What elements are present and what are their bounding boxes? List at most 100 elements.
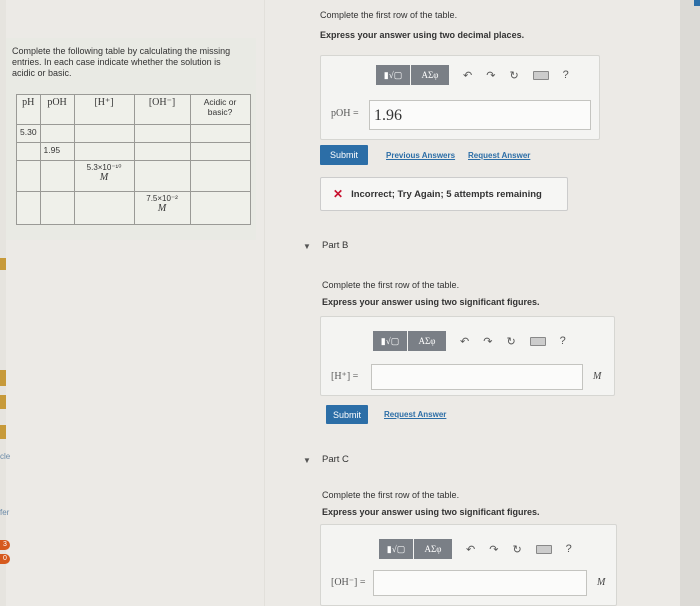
keyboard-icon[interactable] [532, 70, 549, 80]
part-c-prompt: Complete the first row of the table. [322, 490, 460, 500]
help-icon[interactable]: ? [560, 335, 566, 347]
table-cell [73, 142, 135, 161]
part-a-request-answer-link[interactable]: Request Answer [468, 151, 530, 160]
table-cell [189, 191, 251, 225]
tab-marker [0, 395, 6, 409]
undo-icon[interactable]: ↶ [466, 543, 475, 556]
part-c-title[interactable]: Part C [322, 454, 349, 465]
problem-statement-panel: Complete the following table by calculat… [6, 38, 256, 240]
tab-marker [0, 425, 6, 439]
math-toolbar: ▮√▢ ΑΣφ ↶ ↷ ↻ ? [376, 65, 569, 85]
unit-label: M [157, 203, 167, 214]
count-badge: 3 [0, 540, 10, 550]
poh-input-value: 1.96 [374, 107, 402, 124]
table-row: 5.3×10⁻¹⁰ M [16, 160, 251, 192]
part-b-title[interactable]: Part B [322, 240, 348, 251]
tab-marker [0, 258, 6, 270]
tab-marker [0, 370, 6, 386]
math-toolbar: ▮√▢ ΑΣφ ↶ ↷ ↻ ? [373, 331, 566, 351]
feedback-text: Incorrect; Try Again; 5 attempts remaini… [351, 188, 542, 200]
table-cell [133, 124, 191, 143]
column-divider [264, 0, 265, 606]
table-cell [16, 191, 41, 225]
keyboard-icon[interactable] [535, 544, 552, 554]
incorrect-x-icon: ✕ [333, 187, 344, 201]
h-concentration-value: 5.3×10⁻¹⁰ [86, 163, 122, 172]
right-edge-strip [680, 0, 700, 606]
strip-text: fer [0, 508, 10, 517]
table-cell: 5.30 [16, 124, 41, 143]
h-unit-label: M [593, 371, 602, 382]
oh-concentration-input[interactable] [373, 570, 587, 596]
problem-instructions: Complete the following table by calculat… [12, 46, 231, 78]
part-b-instruction: Express your answer using two significan… [322, 297, 540, 307]
greek-symbols-button[interactable]: ΑΣφ [411, 65, 449, 85]
strip-text: cle [0, 452, 11, 461]
ph-table: pH pOH [H⁺] [OH⁻] Acidic or basic? 5.30 … [16, 94, 251, 225]
oh-concentration-value: 7.5×10⁻² [146, 194, 178, 203]
part-b-answer-box: ▮√▢ ΑΣφ ↶ ↷ ↻ ? [H⁺] = M [320, 316, 615, 396]
table-row: 7.5×10⁻² M [16, 191, 251, 225]
collapse-caret-icon[interactable]: ▼ [303, 456, 311, 465]
header-oh: [OH⁻] [133, 94, 191, 125]
table-row: 5.30 [16, 124, 251, 143]
header-acidic-basic: Acidic or basic? [189, 94, 251, 125]
part-a-submit-button[interactable]: Submit [320, 145, 368, 165]
header-poh: pOH [39, 94, 75, 125]
header-ph: pH [16, 94, 41, 125]
part-a-answer-box: ▮√▢ ΑΣφ ↶ ↷ ↻ ? pOH = 1.96 [320, 55, 600, 140]
templates-button[interactable]: ▮√▢ [376, 65, 410, 85]
reset-icon[interactable]: ↻ [506, 335, 515, 348]
part-b-request-answer-link[interactable]: Request Answer [384, 410, 446, 419]
part-b-prompt: Complete the first row of the table. [322, 280, 460, 290]
part-a-prompt: Complete the first row of the table. [320, 10, 458, 20]
redo-icon[interactable]: ↷ [489, 543, 498, 556]
oh-label: [OH⁻] = [331, 577, 366, 588]
count-badge: 0 [0, 554, 10, 564]
reset-icon[interactable]: ↻ [512, 543, 521, 556]
undo-icon[interactable]: ↶ [463, 69, 472, 82]
h-label: [H⁺] = [331, 371, 359, 382]
greek-symbols-button[interactable]: ΑΣφ [414, 539, 452, 559]
table-cell [39, 160, 75, 192]
table-cell [16, 160, 41, 192]
redo-icon[interactable]: ↷ [486, 69, 495, 82]
help-icon[interactable]: ? [563, 69, 569, 81]
h-concentration-input[interactable] [371, 364, 583, 390]
table-cell [189, 142, 251, 161]
table-cell [16, 142, 41, 161]
oh-unit-label: M [597, 577, 606, 588]
undo-icon[interactable]: ↶ [460, 335, 469, 348]
reset-icon[interactable]: ↻ [509, 69, 518, 82]
header-h: [H⁺] [73, 94, 135, 125]
edge-indicator [694, 0, 700, 6]
table-cell [189, 124, 251, 143]
table-cell [39, 191, 75, 225]
table-cell [133, 160, 191, 192]
unit-label: M [99, 172, 109, 183]
table-cell: 7.5×10⁻² M [133, 191, 191, 225]
greek-symbols-button[interactable]: ΑΣφ [408, 331, 446, 351]
previous-answers-link[interactable]: Previous Answers [386, 151, 455, 160]
table-cell: 5.3×10⁻¹⁰ M [73, 160, 135, 192]
part-c-instruction: Express your answer using two significan… [322, 507, 540, 517]
help-icon[interactable]: ? [566, 543, 572, 555]
table-cell [189, 160, 251, 192]
feedback-message: ✕ Incorrect; Try Again; 5 attempts remai… [320, 177, 568, 211]
table-cell [133, 142, 191, 161]
part-a-instruction: Express your answer using two decimal pl… [320, 30, 525, 40]
table-cell [73, 124, 135, 143]
part-c-answer-box: ▮√▢ ΑΣφ ↶ ↷ ↻ ? [OH⁻] = M [320, 524, 617, 606]
collapse-caret-icon[interactable]: ▼ [303, 242, 311, 251]
table-cell [73, 191, 135, 225]
templates-button[interactable]: ▮√▢ [373, 331, 407, 351]
templates-button[interactable]: ▮√▢ [379, 539, 413, 559]
table-cell [39, 124, 75, 143]
keyboard-icon[interactable] [529, 336, 546, 346]
redo-icon[interactable]: ↷ [483, 335, 492, 348]
math-toolbar: ▮√▢ ΑΣφ ↶ ↷ ↻ ? [379, 539, 572, 559]
table-cell: 1.95 [39, 142, 75, 161]
part-b-submit-button[interactable]: Submit [326, 405, 368, 424]
poh-input[interactable]: 1.96 [369, 100, 591, 130]
poh-label: pOH = [331, 108, 359, 119]
